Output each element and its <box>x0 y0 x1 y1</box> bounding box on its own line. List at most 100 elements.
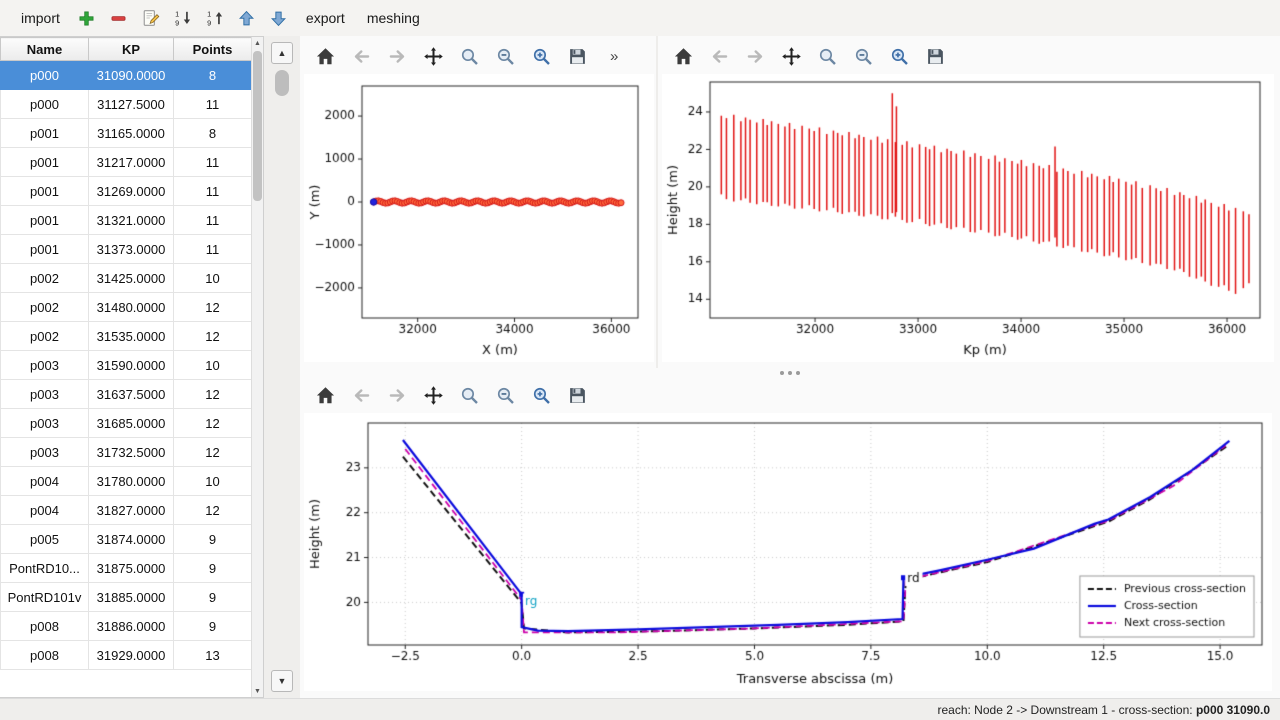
table-cell[interactable]: p002 <box>1 293 89 322</box>
import-button[interactable]: import <box>12 5 69 31</box>
column-header-name[interactable]: Name <box>1 38 89 61</box>
table-cell[interactable]: p002 <box>1 322 89 351</box>
table-scrollbar-track[interactable] <box>252 49 263 685</box>
table-cell[interactable]: p003 <box>1 351 89 380</box>
table-cell[interactable]: PontRD10... <box>1 554 89 583</box>
table-row[interactable]: p00331732.500012 <box>1 438 252 467</box>
table-row[interactable]: p00231480.000012 <box>1 293 252 322</box>
table-cell[interactable]: 11 <box>174 90 252 119</box>
table-row[interactable]: PontRD101v31885.00009 <box>1 583 252 612</box>
save-button[interactable] <box>564 382 590 408</box>
table-cell[interactable]: p003 <box>1 438 89 467</box>
back-button[interactable] <box>348 382 374 408</box>
table-cell[interactable]: p004 <box>1 467 89 496</box>
forward-button[interactable] <box>384 382 410 408</box>
table-cell[interactable]: p005 <box>1 525 89 554</box>
table-row[interactable]: p00431827.000012 <box>1 496 252 525</box>
table-cell[interactable]: p000 <box>1 61 89 90</box>
table-cell[interactable]: p008 <box>1 612 89 641</box>
plan-view-chart[interactable] <box>304 74 654 362</box>
table-cell[interactable]: 31425.0000 <box>89 264 174 293</box>
table-row[interactable]: p00131321.000011 <box>1 206 252 235</box>
table-cell[interactable]: 12 <box>174 293 252 322</box>
table-cell[interactable]: 31321.0000 <box>89 206 174 235</box>
home-button[interactable] <box>312 382 338 408</box>
sort-descending-icon[interactable]: 19 <box>201 4 229 32</box>
table-cell[interactable]: p001 <box>1 235 89 264</box>
table-cell[interactable]: 11 <box>174 235 252 264</box>
cross-section-chart[interactable] <box>304 413 1272 691</box>
save-button[interactable] <box>564 43 590 69</box>
zoom-out-button[interactable] <box>850 43 876 69</box>
table-cell[interactable]: 31535.0000 <box>89 322 174 351</box>
zoom-out-button[interactable] <box>492 382 518 408</box>
table-cell[interactable]: 31685.0000 <box>89 409 174 438</box>
table-cell[interactable]: 31929.0000 <box>89 641 174 670</box>
table-scroll-down-icon[interactable]: ▼ <box>252 685 263 697</box>
table-cell[interactable]: 12 <box>174 438 252 467</box>
table-cell[interactable]: p003 <box>1 380 89 409</box>
table-cell[interactable]: 12 <box>174 409 252 438</box>
table-scrollbar[interactable]: ▲ ▼ <box>251 37 263 697</box>
delete-cross-section-icon[interactable] <box>105 4 133 32</box>
column-header-kp[interactable]: KP <box>89 38 174 61</box>
table-cell[interactable]: 31874.0000 <box>89 525 174 554</box>
home-button[interactable] <box>312 43 338 69</box>
zoom-button[interactable] <box>814 43 840 69</box>
table-cell[interactable]: 12 <box>174 380 252 409</box>
pan-button[interactable] <box>420 43 446 69</box>
table-cell[interactable]: 31780.0000 <box>89 467 174 496</box>
table-cell[interactable]: 8 <box>174 61 252 90</box>
table-scroll-up-icon[interactable]: ▲ <box>252 37 263 49</box>
table-cell[interactable]: p000 <box>1 90 89 119</box>
table-cell[interactable]: 12 <box>174 322 252 351</box>
zoom-in-button[interactable] <box>528 43 554 69</box>
table-cell[interactable]: 9 <box>174 525 252 554</box>
forward-button[interactable] <box>742 43 768 69</box>
zoom-button[interactable] <box>456 382 482 408</box>
splitter[interactable] <box>300 368 1280 377</box>
table-row[interactable]: p00131217.000011 <box>1 148 252 177</box>
scroll-up-button[interactable]: ▲ <box>271 42 293 64</box>
meshing-button[interactable]: meshing <box>358 5 429 31</box>
table-row[interactable]: p00331590.000010 <box>1 351 252 380</box>
table-cell[interactable]: 31480.0000 <box>89 293 174 322</box>
table-cell[interactable]: 31886.0000 <box>89 612 174 641</box>
table-cell[interactable]: PontRD101v <box>1 583 89 612</box>
export-button[interactable]: export <box>297 5 354 31</box>
pan-button[interactable] <box>420 382 446 408</box>
table-cell[interactable]: 12 <box>174 496 252 525</box>
table-cell[interactable]: p001 <box>1 206 89 235</box>
table-row[interactable]: p00331637.500012 <box>1 380 252 409</box>
table-row[interactable]: p00831929.000013 <box>1 641 252 670</box>
table-cell[interactable]: 9 <box>174 583 252 612</box>
longitudinal-profile-chart[interactable] <box>662 74 1274 362</box>
move-down-icon[interactable] <box>265 4 293 32</box>
table-row[interactable]: p00231425.000010 <box>1 264 252 293</box>
table-cell[interactable]: p001 <box>1 148 89 177</box>
table-cell[interactable]: 31637.5000 <box>89 380 174 409</box>
table-row[interactable]: p00431780.000010 <box>1 467 252 496</box>
table-cell[interactable]: 11 <box>174 206 252 235</box>
table-cell[interactable]: 10 <box>174 264 252 293</box>
zoom-button[interactable] <box>456 43 482 69</box>
table-cell[interactable]: 31127.5000 <box>89 90 174 119</box>
table-scrollbar-thumb[interactable] <box>253 51 262 201</box>
forward-button[interactable] <box>384 43 410 69</box>
table-cell[interactable]: 31732.5000 <box>89 438 174 467</box>
zoom-in-button[interactable] <box>886 43 912 69</box>
move-up-icon[interactable] <box>233 4 261 32</box>
panel-scrollbar-thumb[interactable] <box>275 70 289 96</box>
sort-ascending-icon[interactable]: 19 <box>169 4 197 32</box>
table-cell[interactable]: p008 <box>1 641 89 670</box>
table-cell[interactable]: 10 <box>174 351 252 380</box>
table-cell[interactable]: 31885.0000 <box>89 583 174 612</box>
edit-cross-section-icon[interactable] <box>137 4 165 32</box>
column-header-points[interactable]: Points <box>174 38 252 61</box>
table-cell[interactable]: 31165.0000 <box>89 119 174 148</box>
table-cell[interactable]: 31590.0000 <box>89 351 174 380</box>
table-row[interactable]: p00131165.00008 <box>1 119 252 148</box>
table-cell[interactable]: 11 <box>174 148 252 177</box>
home-button[interactable] <box>670 43 696 69</box>
table-cell[interactable]: 8 <box>174 119 252 148</box>
